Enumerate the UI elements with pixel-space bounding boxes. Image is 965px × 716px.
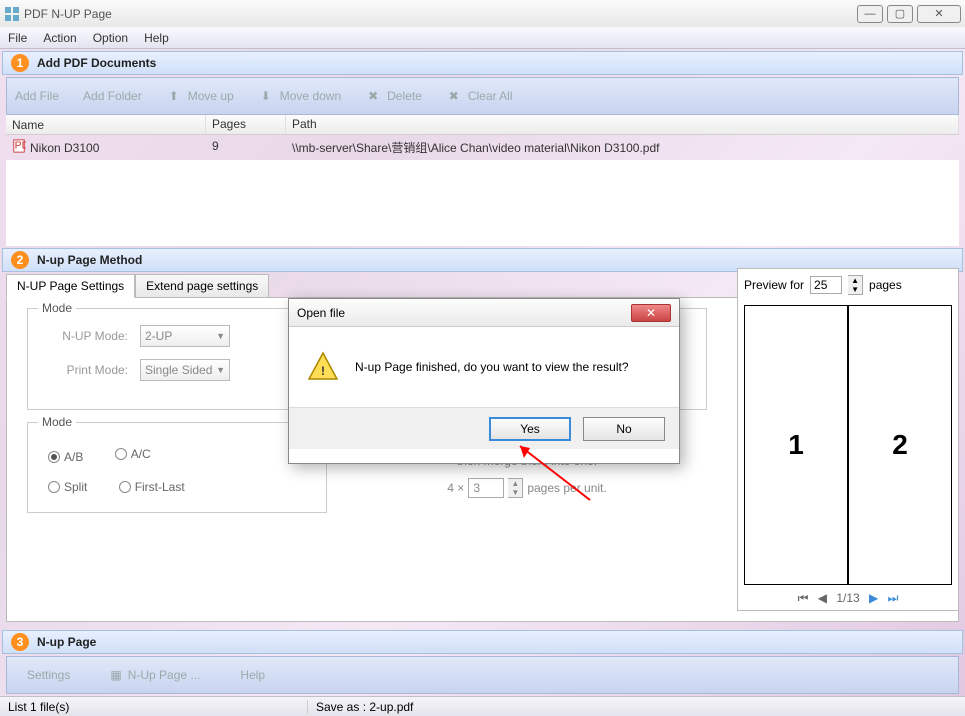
clear-icon: ✖: [446, 88, 462, 104]
chevron-up-icon: ▲: [508, 479, 522, 488]
radio-first-last[interactable]: First-Last: [119, 480, 185, 494]
no-button[interactable]: No: [583, 417, 665, 441]
add-file-button[interactable]: Add File: [15, 89, 59, 103]
chevron-down-icon: ▼: [216, 365, 225, 375]
section-run-label: N-up Page: [37, 635, 96, 649]
chevron-down-icon: ▼: [848, 285, 862, 294]
section-num-1: 1: [11, 54, 29, 72]
mode-fieldset-2: Mode A/B A/C Split First-Last: [27, 422, 327, 513]
file-list-empty: [6, 160, 959, 246]
col-name[interactable]: Name: [6, 115, 206, 134]
col-path[interactable]: Path: [286, 115, 959, 134]
cell-pages: 9: [206, 137, 286, 158]
pages-per-unit-input[interactable]: 3: [468, 478, 504, 498]
nav-first-icon[interactable]: ⏮: [798, 591, 809, 605]
chevron-down-icon: ▼: [216, 331, 225, 341]
menu-help[interactable]: Help: [144, 31, 169, 45]
close-button[interactable]: ✕: [917, 5, 961, 23]
nav-last-icon[interactable]: ⏭: [888, 591, 899, 605]
cell-name: PDF Nikon D3100: [6, 137, 206, 158]
radio-split[interactable]: Split: [48, 480, 87, 494]
nup-mode-label: N-UP Mode:: [48, 329, 128, 343]
section-method-label: N-up Page Method: [37, 253, 142, 267]
settings-button[interactable]: Settings: [27, 668, 70, 682]
section-num-3: 3: [11, 633, 29, 651]
delete-button[interactable]: ✖Delete: [365, 88, 422, 104]
tab-extend[interactable]: Extend page settings: [135, 274, 269, 298]
status-save: Save as : 2-up.pdf: [308, 700, 413, 714]
chevron-down-icon: ▼: [508, 488, 522, 497]
maximize-button[interactable]: ▢: [887, 5, 913, 23]
pdf-icon: PDF: [12, 139, 26, 156]
clear-all-button[interactable]: ✖Clear All: [446, 88, 513, 104]
cell-path: \\mb-server\Share\营销组\Alice Chan\video m…: [286, 137, 959, 158]
section-run-header: 3 N-up Page: [2, 630, 963, 654]
nup-page-button[interactable]: ▦N-Up Page ...: [110, 668, 200, 682]
warning-icon: !: [307, 351, 339, 383]
preview-suffix: pages: [869, 278, 902, 292]
section-num-2: 2: [11, 251, 29, 269]
preview-page-2: 2: [849, 306, 951, 584]
radio-ab[interactable]: A/B: [48, 450, 83, 464]
dialog-title: Open file: [297, 306, 345, 320]
preview-label: Preview for: [744, 278, 804, 292]
section-add-label: Add PDF Documents: [37, 56, 156, 70]
minimize-button[interactable]: —: [857, 5, 883, 23]
chevron-up-icon: ▲: [848, 276, 862, 285]
svg-text:!: !: [321, 364, 325, 378]
preview-nav: ⏮ ◀ 1/13 ▶ ⏭: [738, 589, 958, 608]
dialog-message: N-up Page finished, do you want to view …: [355, 360, 629, 374]
mode-group-label: Mode: [38, 301, 76, 315]
preview-pages-input[interactable]: [810, 276, 842, 294]
col-pages[interactable]: Pages: [206, 115, 286, 134]
move-down-button[interactable]: ⬇Move down: [258, 88, 341, 104]
statusbar: List 1 file(s) Save as : 2-up.pdf: [0, 696, 965, 716]
dialog-close-button[interactable]: ✕: [631, 304, 671, 322]
yes-button[interactable]: Yes: [489, 417, 571, 441]
nup-icon: ▦: [110, 668, 121, 682]
delete-icon: ✖: [365, 88, 381, 104]
add-folder-button[interactable]: Add Folder: [83, 89, 142, 103]
help-button[interactable]: Help: [240, 668, 265, 682]
radio-ac[interactable]: A/C: [115, 447, 151, 461]
file-toolbar: Add File Add Folder ⬆Move up ⬇Move down …: [6, 77, 959, 115]
preview-pane: Preview for ▲▼ pages 1 2 ⏮ ◀ 1/13 ▶ ⏭: [737, 268, 959, 611]
preview-stepper[interactable]: ▲▼: [848, 275, 863, 295]
bottom-toolbar: Settings ▦N-Up Page ... Help: [6, 656, 959, 694]
nav-prev-icon[interactable]: ◀: [818, 591, 827, 605]
table-row[interactable]: PDF Nikon D3100 9 \\mb-server\Share\营销组\…: [6, 135, 959, 160]
arrow-down-icon: ⬇: [258, 88, 274, 104]
file-list-header: Name Pages Path: [6, 115, 959, 135]
preview-canvas: 1 2: [744, 305, 952, 585]
open-file-dialog: Open file ✕ ! N-up Page finished, do you…: [288, 298, 680, 464]
menubar: File Action Option Help: [0, 27, 965, 49]
move-up-button[interactable]: ⬆Move up: [166, 88, 234, 104]
svg-text:PDF: PDF: [15, 140, 26, 152]
nav-next-icon[interactable]: ▶: [869, 591, 878, 605]
section-add-header: 1 Add PDF Documents: [2, 51, 963, 75]
print-mode-select[interactable]: Single Sided▼: [140, 359, 230, 381]
status-files: List 1 file(s): [8, 700, 308, 714]
preview-page-1: 1: [745, 306, 849, 584]
pages-per-unit-stepper[interactable]: ▲▼: [508, 478, 523, 498]
nav-position: 1/13: [836, 591, 859, 605]
mode-group-label-2: Mode: [38, 415, 76, 429]
print-mode-label: Print Mode:: [48, 363, 128, 377]
menu-file[interactable]: File: [8, 31, 27, 45]
titlebar: PDF N-UP Page — ▢ ✕: [0, 0, 965, 27]
menu-action[interactable]: Action: [43, 31, 76, 45]
menu-option[interactable]: Option: [93, 31, 128, 45]
window-title: PDF N-UP Page: [24, 7, 112, 21]
tab-settings[interactable]: N-UP Page Settings: [6, 274, 135, 298]
nup-mode-select[interactable]: 2-UP▼: [140, 325, 230, 347]
arrow-up-icon: ⬆: [166, 88, 182, 104]
app-icon: [4, 6, 20, 22]
